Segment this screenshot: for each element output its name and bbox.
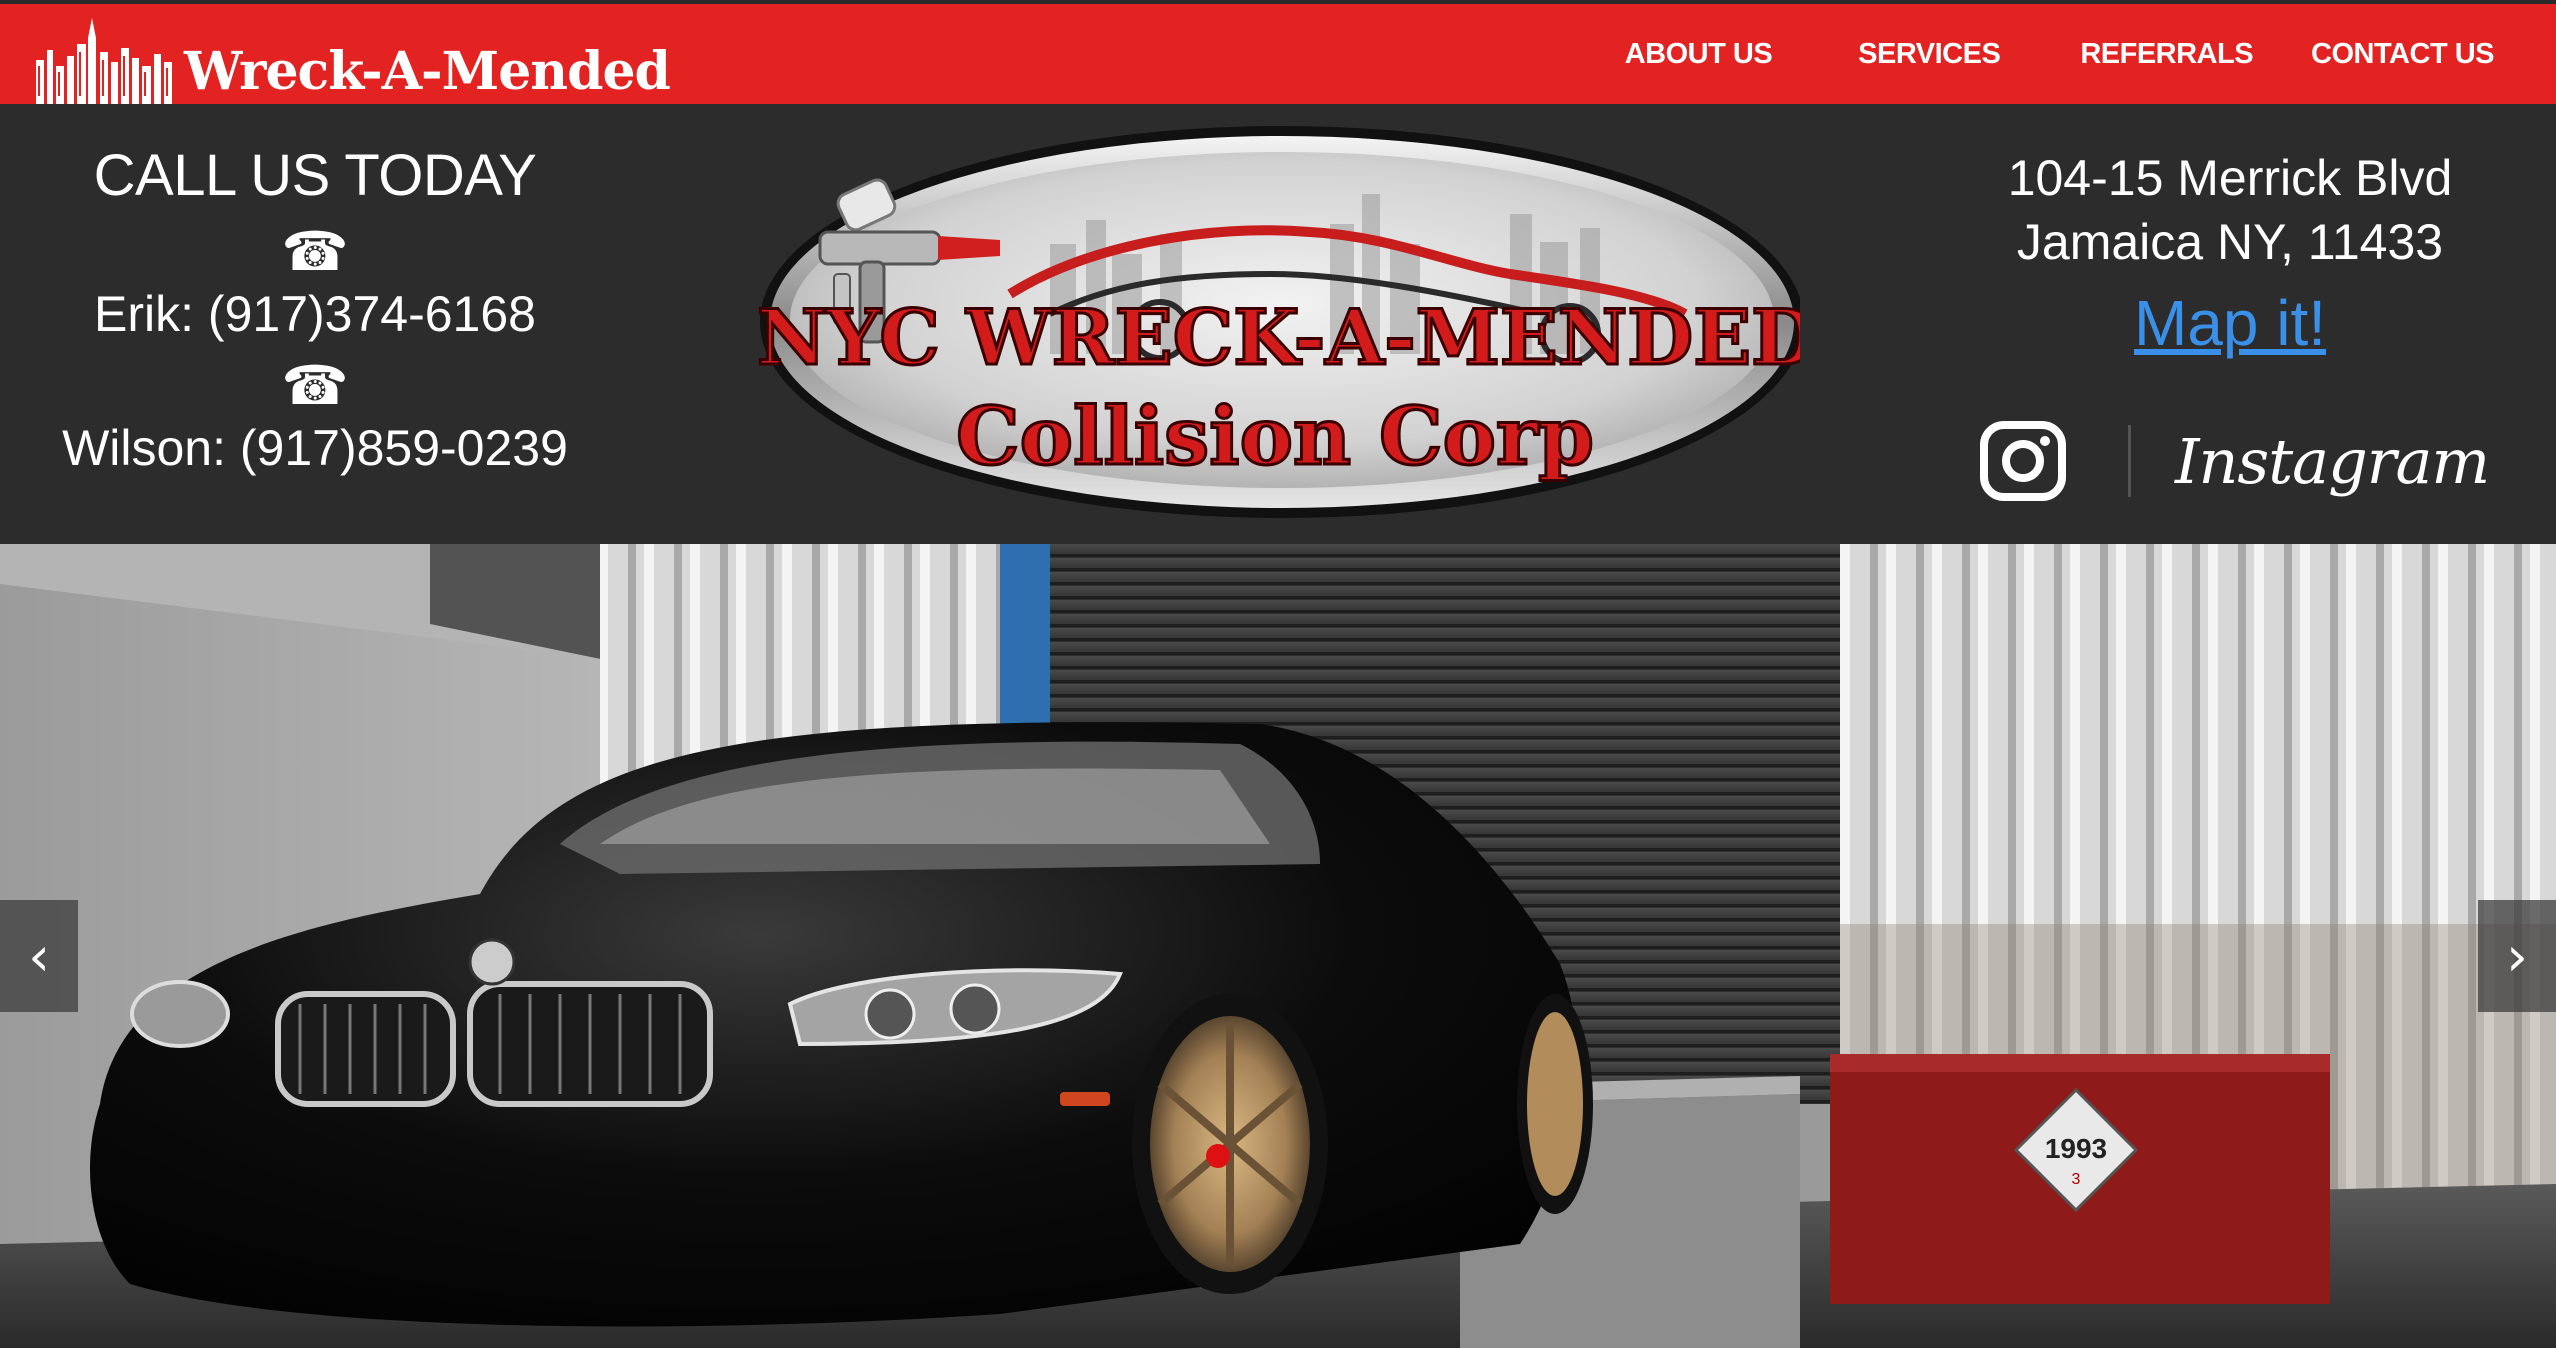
nav-contact-us[interactable]: CONTACT US bbox=[2311, 38, 2494, 71]
nav-about-us[interactable]: ABOUT US bbox=[1625, 38, 1773, 71]
main-nav: ABOUT US SERVICES REFERRALS CONTACT US bbox=[1625, 4, 2495, 104]
logo-line1: NYC WRECK-A-MENDED bbox=[757, 293, 1800, 382]
hero-image: 1993 3 bbox=[0, 544, 2556, 1348]
nav-services[interactable]: SERVICES bbox=[1858, 38, 2001, 71]
brand-name: Wreck-A-Mended bbox=[184, 41, 671, 102]
brand-logo[interactable]: Wreck-A-Mended bbox=[34, 8, 671, 104]
slider-next-button[interactable]: › bbox=[2478, 900, 2556, 1012]
phone-wilson[interactable]: Wilson: (917)859-0239 bbox=[0, 419, 630, 477]
slider-prev-button[interactable]: ‹ bbox=[0, 900, 78, 1012]
address-city: Jamaica NY, 11433 bbox=[2016, 214, 2444, 270]
call-us-block: CALL US TODAY ☎ Erik: (917)374-6168 ☎ Wi… bbox=[0, 142, 630, 477]
logo-line2: Collision Corp bbox=[956, 389, 1594, 483]
telephone-icon: ☎ bbox=[281, 354, 349, 417]
top-nav-bar: Wreck-A-Mended ABOUT US SERVICES REFERRA… bbox=[0, 0, 2556, 104]
phone-erik[interactable]: Erik: (917)374-6168 bbox=[0, 285, 630, 343]
instagram-label: Instagram bbox=[2175, 424, 2490, 498]
address-street: 104-15 Merrick Blvd bbox=[2007, 150, 2453, 206]
address-block: 104-15 Merrick Blvd Jamaica NY, 11433 Ma… bbox=[1980, 146, 2480, 360]
company-logo: NYC WRECK-A-MENDED Collision Corp bbox=[750, 124, 1819, 534]
hazard-sign-class: 3 bbox=[2072, 1171, 2081, 1188]
nav-referrals[interactable]: REFERRALS bbox=[2080, 38, 2253, 71]
map-it-link[interactable]: Map it! bbox=[2134, 286, 2326, 360]
instagram-icon bbox=[1980, 421, 2066, 501]
telephone-icon: ☎ bbox=[281, 220, 349, 283]
skyline-icon bbox=[36, 18, 172, 104]
hero-slider: 1993 3 ‹ › bbox=[0, 544, 2556, 1348]
call-us-title: CALL US TODAY bbox=[93, 143, 537, 208]
instagram-link[interactable]: Instagram bbox=[1978, 416, 2490, 506]
hazard-sign-number: 1993 bbox=[2045, 1133, 2107, 1164]
header-band: CALL US TODAY ☎ Erik: (917)374-6168 ☎ Wi… bbox=[0, 104, 2556, 544]
divider bbox=[2128, 425, 2131, 497]
